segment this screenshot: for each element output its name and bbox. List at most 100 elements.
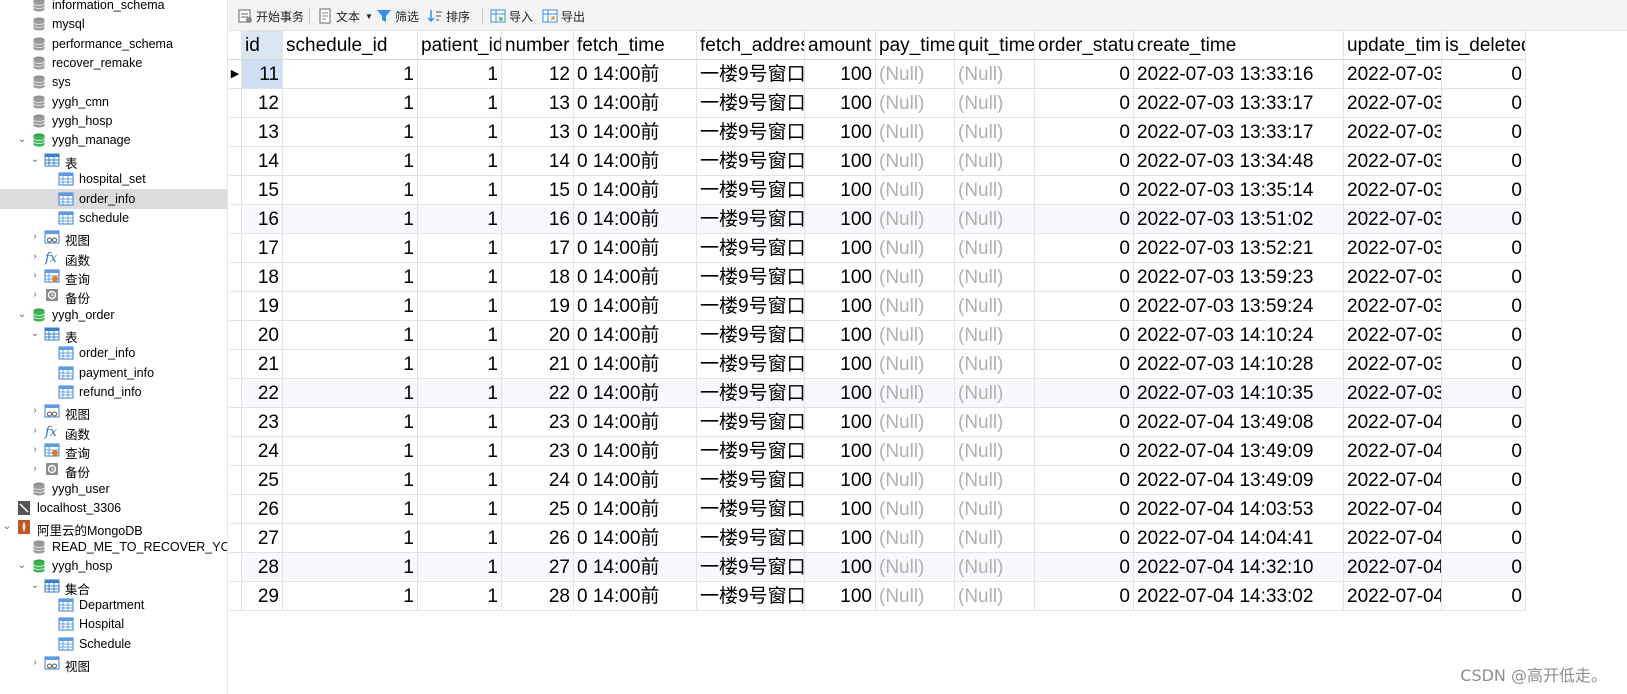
table-cell[interactable]: 100 bbox=[805, 234, 876, 263]
table-cell[interactable]: 2022-07-03 bbox=[1344, 379, 1442, 408]
table-cell[interactable]: 0 14:00前 bbox=[574, 60, 697, 89]
table-cell[interactable]: 0 bbox=[1035, 379, 1134, 408]
table-cell[interactable]: 1 bbox=[283, 263, 418, 292]
tree-item[interactable]: refund_info bbox=[0, 382, 227, 402]
table-cell[interactable]: 2022-07-04 13:49:08 bbox=[1134, 408, 1344, 437]
tree-item[interactable]: recover_remake bbox=[0, 53, 227, 73]
table-cell[interactable]: 2022-07-03 bbox=[1344, 350, 1442, 379]
tree-item[interactable]: › 视图 bbox=[0, 401, 227, 422]
table-cell[interactable]: 2022-07-03 13:35:14 bbox=[1134, 176, 1344, 205]
table-cell[interactable]: 2022-07-03 bbox=[1344, 89, 1442, 118]
table-cell[interactable]: 1 bbox=[418, 147, 502, 176]
table-cell[interactable]: 2022-07-04 14:03:53 bbox=[1134, 495, 1344, 524]
table-cell[interactable]: 1 bbox=[418, 89, 502, 118]
table-cell[interactable]: 一楼9号窗口 bbox=[697, 350, 805, 379]
table-cell[interactable]: 0 bbox=[1035, 582, 1134, 611]
table-cell[interactable]: 0 bbox=[1442, 379, 1526, 408]
table-cell[interactable]: 2022-07-03 13:51:02 bbox=[1134, 205, 1344, 234]
chevron-right-icon[interactable]: › bbox=[30, 270, 40, 281]
table-cell[interactable]: 一楼9号窗口 bbox=[697, 321, 805, 350]
table-cell[interactable]: 2022-07-03 13:33:17 bbox=[1134, 118, 1344, 147]
table-cell[interactable]: 2022-07-04 bbox=[1344, 524, 1442, 553]
tree-item[interactable]: sys bbox=[0, 72, 227, 92]
table-cell[interactable]: 100 bbox=[805, 582, 876, 611]
table-cell[interactable]: 15 bbox=[242, 176, 283, 205]
table-cell[interactable]: (Null) bbox=[955, 205, 1035, 234]
table-cell[interactable]: 2022-07-04 14:04:41 bbox=[1134, 524, 1344, 553]
row-indicator[interactable] bbox=[229, 89, 242, 118]
table-cell[interactable]: 0 bbox=[1442, 118, 1526, 147]
table-cell[interactable]: 1 bbox=[283, 176, 418, 205]
table-cell[interactable]: 23 bbox=[502, 437, 574, 466]
table-cell[interactable]: 22 bbox=[502, 379, 574, 408]
table-cell[interactable]: 1 bbox=[283, 524, 418, 553]
chevron-down-icon[interactable]: ⌄ bbox=[17, 561, 27, 571]
table-cell[interactable]: 0 14:00前 bbox=[574, 292, 697, 321]
table-cell[interactable]: 0 bbox=[1442, 553, 1526, 582]
table-cell[interactable]: 2022-07-03 13:33:17 bbox=[1134, 89, 1344, 118]
chevron-right-icon[interactable]: › bbox=[30, 425, 40, 436]
table-cell[interactable]: 0 bbox=[1442, 495, 1526, 524]
table-cell[interactable]: 12 bbox=[242, 89, 283, 118]
table-cell[interactable]: 1 bbox=[418, 524, 502, 553]
table-cell[interactable]: 一楼9号窗口 bbox=[697, 582, 805, 611]
table-cell[interactable]: 0 14:00前 bbox=[574, 466, 697, 495]
table-cell[interactable]: 2022-07-03 bbox=[1344, 234, 1442, 263]
table-cell[interactable]: 13 bbox=[502, 89, 574, 118]
table-cell[interactable]: 一楼9号窗口 bbox=[697, 379, 805, 408]
table-cell[interactable]: 0 bbox=[1035, 350, 1134, 379]
row-indicator[interactable] bbox=[229, 321, 242, 350]
row-indicator[interactable] bbox=[229, 553, 242, 582]
table-cell[interactable]: 1 bbox=[283, 234, 418, 263]
table-cell[interactable]: (Null) bbox=[955, 234, 1035, 263]
table-cell[interactable]: (Null) bbox=[876, 350, 955, 379]
table-cell[interactable]: (Null) bbox=[955, 350, 1035, 379]
table-cell[interactable]: 0 14:00前 bbox=[574, 89, 697, 118]
table-cell[interactable]: 2022-07-04 14:33:02 bbox=[1134, 582, 1344, 611]
row-indicator[interactable] bbox=[229, 495, 242, 524]
table-cell[interactable]: 100 bbox=[805, 350, 876, 379]
table-cell[interactable]: 100 bbox=[805, 118, 876, 147]
table-cell[interactable]: 2022-07-03 13:59:24 bbox=[1134, 292, 1344, 321]
chevron-right-icon[interactable]: › bbox=[30, 445, 40, 455]
row-indicator[interactable] bbox=[229, 292, 242, 321]
table-cell[interactable]: 1 bbox=[283, 118, 418, 147]
tree-item[interactable]: localhost_3306 bbox=[0, 498, 227, 518]
table-cell[interactable]: 20 bbox=[242, 321, 283, 350]
row-indicator[interactable] bbox=[229, 205, 242, 234]
table-cell[interactable]: 2022-07-03 13:33:16 bbox=[1134, 60, 1344, 89]
table-cell[interactable]: 1 bbox=[418, 408, 502, 437]
table-cell[interactable]: 0 bbox=[1035, 466, 1134, 495]
table-cell[interactable]: 22 bbox=[242, 379, 283, 408]
table-cell[interactable]: (Null) bbox=[955, 176, 1035, 205]
table-cell[interactable]: 0 14:00前 bbox=[574, 495, 697, 524]
tree-item[interactable]: › 备份 bbox=[0, 459, 227, 480]
table-cell[interactable]: 2022-07-03 bbox=[1344, 321, 1442, 350]
table-cell[interactable]: 1 bbox=[283, 379, 418, 408]
table-cell[interactable]: 25 bbox=[242, 466, 283, 495]
table-cell[interactable]: 21 bbox=[502, 350, 574, 379]
tree-item[interactable]: ⌄ 表 bbox=[0, 150, 227, 171]
table-cell[interactable]: (Null) bbox=[876, 437, 955, 466]
table-cell[interactable]: 一楼9号窗口 bbox=[697, 495, 805, 524]
table-cell[interactable]: 0 14:00前 bbox=[574, 408, 697, 437]
table-cell[interactable]: 2022-07-04 bbox=[1344, 408, 1442, 437]
table-cell[interactable]: (Null) bbox=[876, 582, 955, 611]
table-cell[interactable]: 24 bbox=[502, 466, 574, 495]
table-cell[interactable]: 1 bbox=[283, 582, 418, 611]
table-cell[interactable]: 0 bbox=[1035, 524, 1134, 553]
table-cell[interactable]: 19 bbox=[242, 292, 283, 321]
table-cell[interactable]: 0 bbox=[1035, 118, 1134, 147]
column-header[interactable]: patient_id bbox=[418, 31, 502, 60]
table-cell[interactable]: 1 bbox=[418, 263, 502, 292]
row-indicator[interactable] bbox=[229, 234, 242, 263]
table-cell[interactable]: 11 bbox=[242, 60, 283, 89]
tree-item[interactable]: Schedule bbox=[0, 634, 227, 654]
tree-item[interactable]: › 视图 bbox=[0, 653, 227, 674]
tree-item[interactable]: › fx 函数 bbox=[0, 247, 227, 268]
table-cell[interactable]: 24 bbox=[242, 437, 283, 466]
chevron-right-icon[interactable]: › bbox=[30, 290, 40, 300]
table-cell[interactable]: (Null) bbox=[876, 263, 955, 292]
column-header[interactable]: schedule_id bbox=[283, 31, 418, 60]
table-cell[interactable]: (Null) bbox=[955, 582, 1035, 611]
